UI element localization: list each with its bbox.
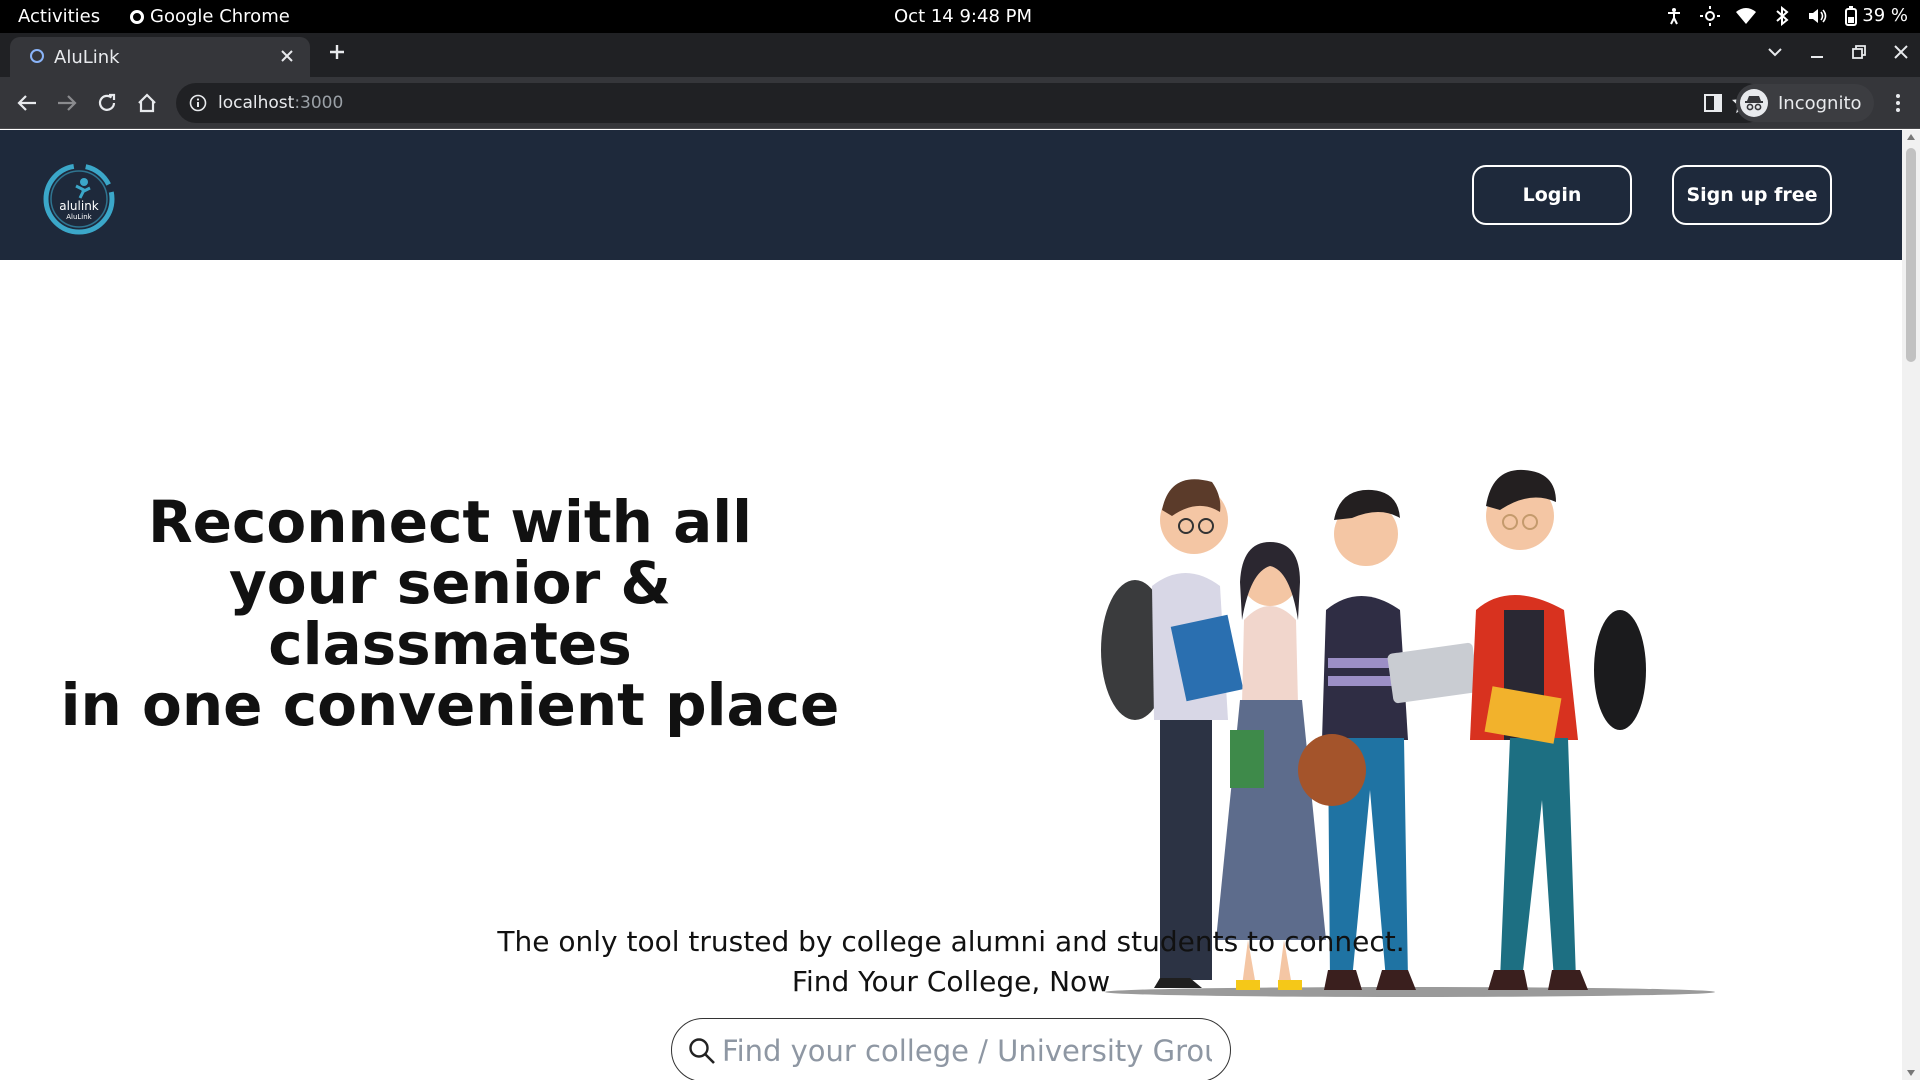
incognito-label: Incognito (1778, 92, 1862, 114)
window-controls (1762, 39, 1914, 65)
svg-text:alulink: alulink (59, 199, 99, 213)
college-search-input[interactable] (722, 1029, 1212, 1073)
tab-search-chevron-down-icon[interactable] (1762, 39, 1788, 65)
subtagline: Find Your College, Now (791, 965, 1111, 998)
wifi-icon (1736, 6, 1757, 26)
browser-toolbar: localhost:3000 Incognito (0, 77, 1920, 129)
close-tab-icon[interactable] (274, 43, 300, 69)
scrollbar-thumb[interactable] (1906, 148, 1916, 362)
volume-icon (1808, 6, 1828, 26)
app-menu[interactable]: Google Chrome (130, 6, 290, 27)
tab-alulink[interactable]: AluLink (10, 37, 310, 77)
person-3 (1298, 489, 1479, 990)
system-tray[interactable]: 39 % (1664, 5, 1908, 26)
page-scrollbar[interactable] (1902, 130, 1920, 1080)
tab-strip: AluLink (0, 33, 1920, 77)
reload-icon[interactable] (92, 88, 122, 118)
battery-icon (1845, 5, 1858, 26)
site-header: alulink AluLink Login Sign up free (0, 130, 1902, 260)
side-panel-icon[interactable] (1700, 88, 1726, 118)
system-top-bar: Activities Google Chrome Oct 14 9:48 PM … (0, 0, 1920, 33)
college-search[interactable] (671, 1018, 1231, 1080)
scroll-down-arrow-icon[interactable] (1907, 1070, 1915, 1076)
favicon-icon (30, 49, 44, 63)
forward-arrow-icon[interactable] (52, 88, 82, 118)
signup-button[interactable]: Sign up free (1672, 165, 1832, 225)
incognito-icon (1740, 89, 1768, 117)
site-info-icon[interactable] (188, 93, 208, 113)
activities-button[interactable]: Activities (18, 6, 100, 27)
battery-percent: 39 % (1862, 5, 1908, 26)
svg-text:AluLink: AluLink (66, 213, 92, 221)
back-arrow-icon[interactable] (12, 88, 42, 118)
students-illustration (1090, 320, 1730, 1010)
address-bar[interactable]: localhost:3000 (176, 83, 1766, 123)
restore-icon[interactable] (1846, 39, 1872, 65)
tagline: The only tool trusted by college alumni … (497, 925, 1405, 998)
search-icon (688, 1037, 716, 1065)
accessibility-icon[interactable] (1664, 6, 1684, 26)
clock[interactable]: Oct 14 9:48 PM (894, 6, 1032, 27)
scroll-up-arrow-icon[interactable] (1907, 134, 1915, 140)
tab-title: AluLink (54, 47, 120, 68)
bluetooth-icon (1772, 5, 1792, 26)
more-menu-icon[interactable] (1886, 88, 1910, 118)
person-4 (1470, 469, 1646, 990)
close-window-icon[interactable] (1888, 39, 1914, 65)
hero-headline: Reconnect with all your senior & classma… (60, 488, 840, 739)
incognito-profile-button[interactable]: Incognito (1736, 84, 1874, 122)
minimize-icon[interactable] (1804, 39, 1830, 65)
app-name-label: Google Chrome (150, 6, 290, 27)
battery-indicator: 39 % (1844, 5, 1908, 26)
page-viewport: alulink AluLink Login Sign up free Recon… (0, 130, 1902, 1080)
new-tab-icon[interactable] (324, 39, 350, 65)
chrome-icon (130, 9, 144, 24)
home-icon[interactable] (132, 88, 162, 118)
alulink-logo[interactable]: alulink AluLink (42, 162, 116, 236)
login-button[interactable]: Login (1472, 165, 1632, 225)
brightness-icon (1700, 5, 1721, 26)
url-text: localhost:3000 (218, 93, 344, 113)
